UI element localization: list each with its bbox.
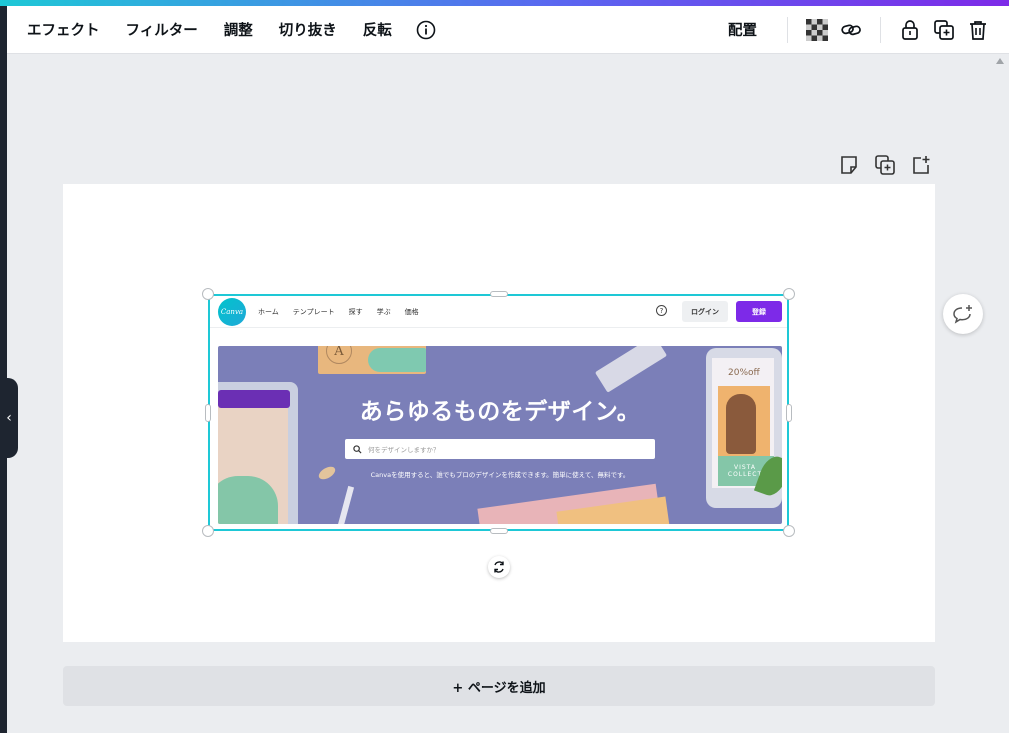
canva-homepage-screenshot: Canva ホーム テンプレート 探す 学ぶ 価格 ? ログイン 登録 A 20… (210, 296, 787, 529)
hero-search-placeholder: 何をデザインしますか？ (368, 446, 440, 454)
link-icon[interactable] (840, 19, 862, 41)
chevron-left-icon: ‹ (6, 410, 12, 426)
comment-add-icon (953, 305, 972, 324)
hero-search-box: 何をデザインしますか？ (345, 439, 655, 459)
embedded-help-icon: ? (656, 305, 667, 316)
resize-handle-right[interactable] (786, 404, 792, 422)
add-page-icon[interactable] (910, 154, 932, 176)
side-panel-edge (0, 6, 7, 733)
embedded-nav-explore: 探す (348, 308, 363, 316)
selected-image[interactable]: Canva ホーム テンプレート 探す 学ぶ 価格 ? ログイン 登録 A 20… (208, 294, 789, 531)
effects-button[interactable]: エフェクト (27, 19, 100, 40)
embedded-login-button: ログイン (682, 301, 728, 322)
add-comment-button[interactable] (943, 294, 983, 334)
toolbar-divider (787, 16, 788, 43)
collapse-panel-button[interactable]: ‹ (0, 378, 18, 458)
embedded-nav-links: ホーム テンプレート 探す 学ぶ 価格 (258, 307, 433, 317)
embedded-nav-learn: 学ぶ (376, 308, 391, 316)
embedded-nav-templates: テンプレート (292, 308, 335, 316)
hero-subtitle: Canvaを使用すると、誰でもプロのデザインを作成できます。簡単に使えて、無料で… (370, 471, 630, 479)
trash-icon[interactable] (967, 19, 989, 41)
promo-text: 20%off (728, 368, 760, 378)
canva-logo: Canva (218, 298, 246, 326)
resize-handle-bottom-left[interactable] (202, 525, 214, 537)
search-icon (353, 444, 362, 454)
duplicate-page-icon[interactable] (874, 154, 896, 176)
hero-title: あらゆるものをデザイン。 (359, 399, 641, 425)
resize-handle-top[interactable] (490, 291, 508, 297)
resize-handle-top-left[interactable] (202, 288, 214, 300)
adjust-button[interactable]: 調整 (224, 19, 253, 40)
deco-pencil (337, 485, 355, 524)
duplicate-icon[interactable] (933, 19, 955, 41)
resize-handle-bottom[interactable] (490, 528, 508, 534)
transparency-icon[interactable] (806, 18, 828, 41)
embedded-navbar: Canva ホーム テンプレート 探す 学ぶ 価格 ? ログイン 登録 (210, 296, 787, 328)
resize-handle-bottom-right[interactable] (783, 525, 795, 537)
position-button[interactable]: 配置 (728, 19, 757, 40)
unlock-icon[interactable] (899, 19, 921, 41)
resize-handle-top-right[interactable] (783, 288, 795, 300)
toolbar-divider (880, 16, 881, 43)
embedded-hero-banner: A 20%off VISTA COLLECT あらゆるものをデザイン。 何をデザ… (218, 346, 782, 524)
scroll-up-arrow[interactable] (996, 58, 1004, 64)
note-icon[interactable] (838, 154, 860, 176)
add-page-button[interactable]: + ページを追加 (63, 666, 935, 706)
deco-notebook-mint (368, 348, 426, 372)
embedded-nav-home: ホーム (258, 308, 279, 316)
rotate-icon (494, 561, 504, 573)
page-actions (838, 154, 946, 176)
embedded-nav-pricing: 価格 (404, 308, 419, 316)
editor-toolbar: エフェクト フィルター 調整 切り抜き 反転 配置 (7, 6, 1009, 54)
embedded-register-button: 登録 (736, 301, 782, 322)
crop-button[interactable]: 切り抜き (279, 19, 337, 40)
info-icon[interactable] (416, 20, 436, 40)
filter-button[interactable]: フィルター (126, 19, 198, 40)
deco-paper-tube (594, 346, 668, 393)
rotate-handle[interactable] (488, 556, 510, 578)
resize-handle-left[interactable] (205, 404, 211, 422)
flip-button[interactable]: 反転 (363, 19, 392, 40)
